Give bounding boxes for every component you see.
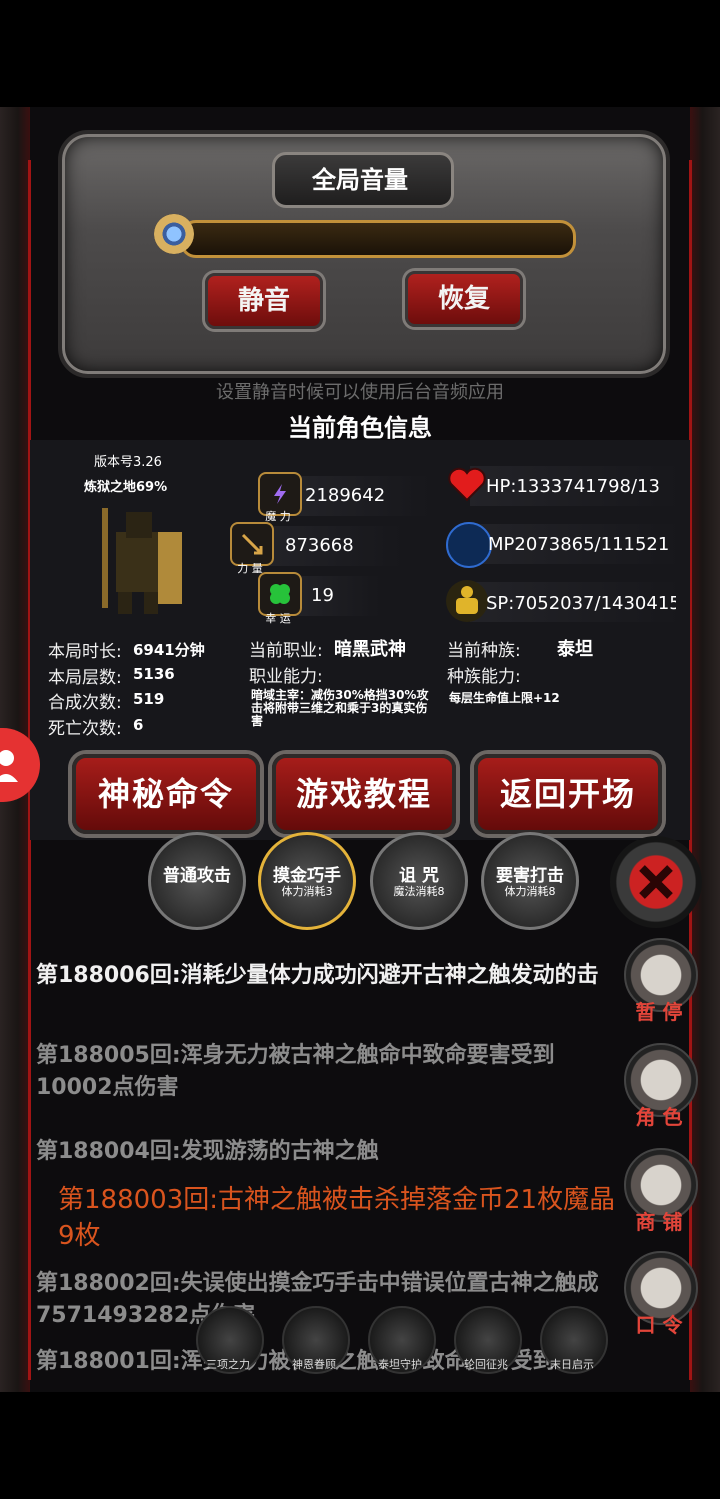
deaths-value: 6 <box>133 716 144 734</box>
buff-label: 末日启示 <box>550 1358 594 1371</box>
skill-name: 普通攻击 <box>163 866 231 886</box>
heart-icon <box>446 464 488 510</box>
volume-title: 全局音量 <box>312 166 408 194</box>
skill-gold-hand[interactable]: 摸金巧手 体力消耗3 <box>258 832 356 930</box>
buff-label: 三项之力 <box>206 1358 250 1371</box>
job-ability-label: 职业能力: <box>249 667 323 687</box>
pause-label: 暂 停 <box>635 1000 683 1024</box>
luck-value: 19 <box>311 585 334 606</box>
time-label: 本局时长: <box>48 642 122 662</box>
skill-curse[interactable]: 诅 咒 魔法消耗8 <box>370 832 468 930</box>
shop-label: 商 铺 <box>635 1210 683 1234</box>
restore-button[interactable]: 恢复 <box>405 271 523 327</box>
mp-value: MP2073865/111521 <box>488 534 670 555</box>
volume-slider-knob[interactable] <box>154 214 194 254</box>
floors-value: 5136 <box>133 665 175 683</box>
command-label: 口 令 <box>635 1313 683 1337</box>
log-line: 第188005回:浑身无力被古神之触命中致命要害受到10002点伤害 <box>36 1043 555 1100</box>
luck-stat-box <box>290 576 380 616</box>
secret-command-button[interactable]: 神秘命令 <box>72 754 260 834</box>
log-line: 第188003回:古神之触被击杀掉落金币21枚魔晶9枚 <box>58 1185 616 1251</box>
mp-icon <box>446 522 492 568</box>
strength-figure-icon <box>446 580 488 622</box>
strength-value: 873668 <box>285 535 354 556</box>
volume-slider[interactable] <box>180 220 576 258</box>
skill-vital-strike[interactable]: 要害打击 体力消耗8 <box>481 832 579 930</box>
character-sprite <box>102 508 182 614</box>
buff-label: 轮回征兆 <box>464 1358 508 1371</box>
version-label: 版本号3.26 <box>94 455 162 470</box>
race-ability-desc: 每层生命值上限+12 <box>449 691 560 705</box>
buff-label: 神恩眷顾 <box>292 1358 336 1371</box>
magic-value: 2189642 <box>305 485 386 506</box>
race-value: 泰坦 <box>557 639 593 660</box>
buff-label: 泰坦守护 <box>378 1358 422 1371</box>
sp-value: SP:7052037/1430415 <box>486 593 676 614</box>
job-value: 暗黑武神 <box>334 639 406 660</box>
return-start-button[interactable]: 返回开场 <box>474 754 662 834</box>
volume-hint: 设置静音时候可以使用后台音频应用 <box>216 382 504 403</box>
log-line: 第188004回:发现游荡的古神之触 <box>36 1139 379 1164</box>
mute-button[interactable]: 静音 <box>205 273 323 329</box>
floors-label: 本局层数: <box>48 668 122 688</box>
job-ability-desc: 暗域主宰：减伤30%格挡30%攻击将附带三维之和乘于3的真实伤害 <box>251 688 429 728</box>
luck-label: 幸 运 <box>265 612 291 625</box>
merges-value: 519 <box>133 690 165 708</box>
race-label: 当前种族: <box>447 641 521 661</box>
race-ability-label: 种族能力: <box>447 667 521 687</box>
log-line: 第188006回:消耗少量体力成功闪避开古神之触发动的击 <box>36 963 599 988</box>
close-icon <box>639 865 673 899</box>
time-value: 6941分钟 <box>133 641 205 659</box>
hp-value: HP:1333741798/13 <box>486 476 660 497</box>
merges-label: 合成次数: <box>48 693 122 713</box>
tutorial-button[interactable]: 游戏教程 <box>272 754 456 834</box>
skill-cost: 魔法消耗8 <box>393 885 445 898</box>
job-label: 当前职业: <box>249 641 323 661</box>
realm-label: 炼狱之地69% <box>84 480 168 495</box>
close-button[interactable] <box>610 836 702 928</box>
skill-cost: 体力消耗3 <box>281 885 333 898</box>
character-info-title: 当前角色信息 <box>288 414 432 442</box>
character-label: 角 色 <box>635 1105 683 1129</box>
skill-cost: 体力消耗8 <box>504 885 556 898</box>
skill-normal-attack[interactable]: 普通攻击 <box>148 832 246 930</box>
deaths-label: 死亡次数: <box>48 719 122 739</box>
